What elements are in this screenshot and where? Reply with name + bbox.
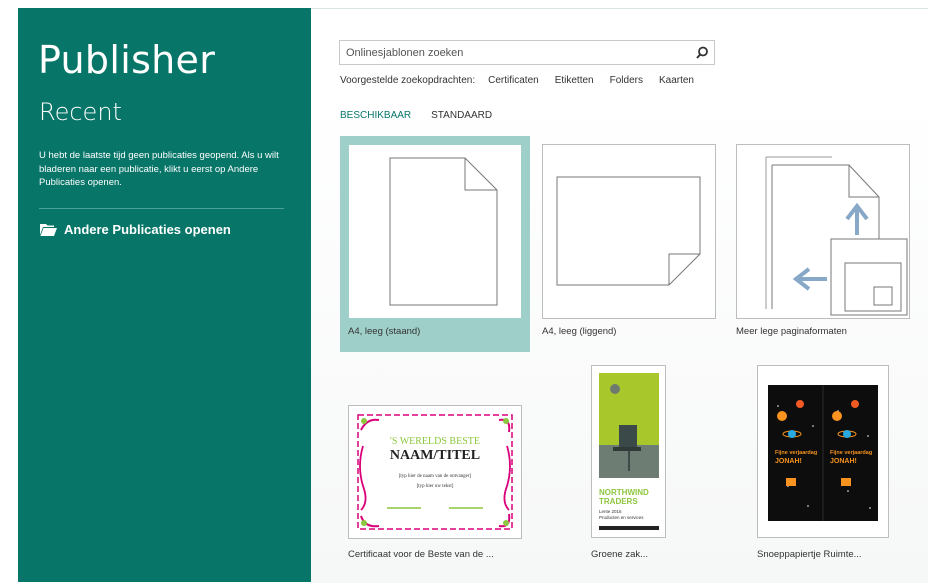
template-a4-landscape[interactable]: A4, leeg (liggend) [534, 136, 724, 352]
recent-heading: Recent [39, 98, 122, 126]
wrapper-text-2-copy: JONAH! [830, 458, 857, 465]
template-caption: Snoeppapiertje Ruimte... [757, 549, 862, 560]
template-caption: Meer lege paginaformaten [736, 326, 847, 337]
wrapper-text-1: Fijne verjaardag [775, 450, 818, 456]
certificate-heading: 'S WERELDS BESTE [390, 436, 480, 447]
brochure-brand-line1: NORTHWIND [599, 488, 649, 497]
template-thumbnail [348, 144, 522, 319]
tab-standard[interactable]: STANDAARD [431, 110, 492, 121]
suggestion-link[interactable]: Certificaten [488, 75, 539, 86]
template-thumbnail: NORTHWIND TRADERS Lente 2016 Producten e… [591, 365, 666, 538]
right-pane: Voorgestelde zoekopdrachten: Certificate… [311, 8, 928, 583]
brochure-sub1: Lente 2016 [599, 509, 622, 514]
search-icon[interactable] [694, 45, 710, 61]
suggested-searches-label: Voorgestelde zoekopdrachten: [340, 75, 476, 86]
wrapper-text-1-copy: Fijne verjaardag [830, 450, 873, 456]
wrapper-text-2: JONAH! [775, 458, 802, 465]
template-candy-wrapper-space[interactable]: Fijne verjaardag JONAH! Fijne verjaardag… [749, 364, 899, 567]
template-more-page-sizes[interactable]: Meer lege paginaformaten [728, 136, 918, 352]
template-caption: A4, leeg (liggend) [542, 326, 617, 337]
divider [39, 208, 284, 209]
brochure-footer-bar [599, 526, 659, 530]
template-a4-portrait[interactable]: A4, leeg (staand) [340, 136, 530, 352]
brochure-photo [599, 373, 659, 478]
open-other-publications-button[interactable]: Andere Publicaties openen [39, 222, 231, 237]
folder-open-icon [39, 222, 58, 237]
app-title: Publisher [38, 38, 216, 82]
template-thumbnail: 'S WERELDS BESTE NAAM/TITEL [typ hier de… [348, 405, 522, 539]
recent-description: U hebt de laatste tijd geen publicaties … [39, 150, 279, 188]
suggestion-link[interactable]: Etiketten [555, 75, 594, 86]
template-caption: Certificaat voor de Beste van de ... [348, 549, 494, 560]
template-tabs: BESCHIKBAAR STANDAARD [340, 110, 512, 121]
brochure-brand-line2: TRADERS [599, 497, 638, 506]
template-thumbnail [542, 144, 716, 319]
left-pane: Publisher Recent U hebt de laatste tijd … [18, 8, 311, 582]
template-certificate[interactable]: 'S WERELDS BESTE NAAM/TITEL [typ hier de… [340, 399, 530, 567]
open-other-label: Andere Publicaties openen [64, 222, 231, 237]
template-caption: A4, leeg (staand) [348, 326, 421, 337]
template-green-brochure[interactable]: NORTHWIND TRADERS Lente 2016 Producten e… [583, 364, 703, 567]
suggestion-link[interactable]: Folders [610, 75, 643, 86]
template-thumbnail: Fijne verjaardag JONAH! Fijne verjaardag… [757, 365, 889, 538]
certificate-line-recipient: [typ hier de naam van de ontvanger] [398, 474, 472, 479]
certificate-line-text: [typ hier uw tekst] [416, 484, 454, 489]
suggested-searches: Voorgestelde zoekopdrachten: Certificate… [340, 75, 710, 86]
template-caption: Groene zak... [591, 549, 649, 560]
search-input[interactable] [346, 45, 686, 61]
suggestion-link[interactable]: Kaarten [659, 75, 694, 86]
certificate-title: NAAM/TITEL [389, 448, 481, 463]
start-screen: Publisher Recent U hebt de laatste tijd … [0, 0, 928, 583]
brochure-sub2: Producten en services [599, 515, 644, 520]
tab-available[interactable]: BESCHIKBAAR [340, 110, 411, 121]
template-thumbnail [736, 144, 910, 319]
search-box [339, 40, 715, 65]
